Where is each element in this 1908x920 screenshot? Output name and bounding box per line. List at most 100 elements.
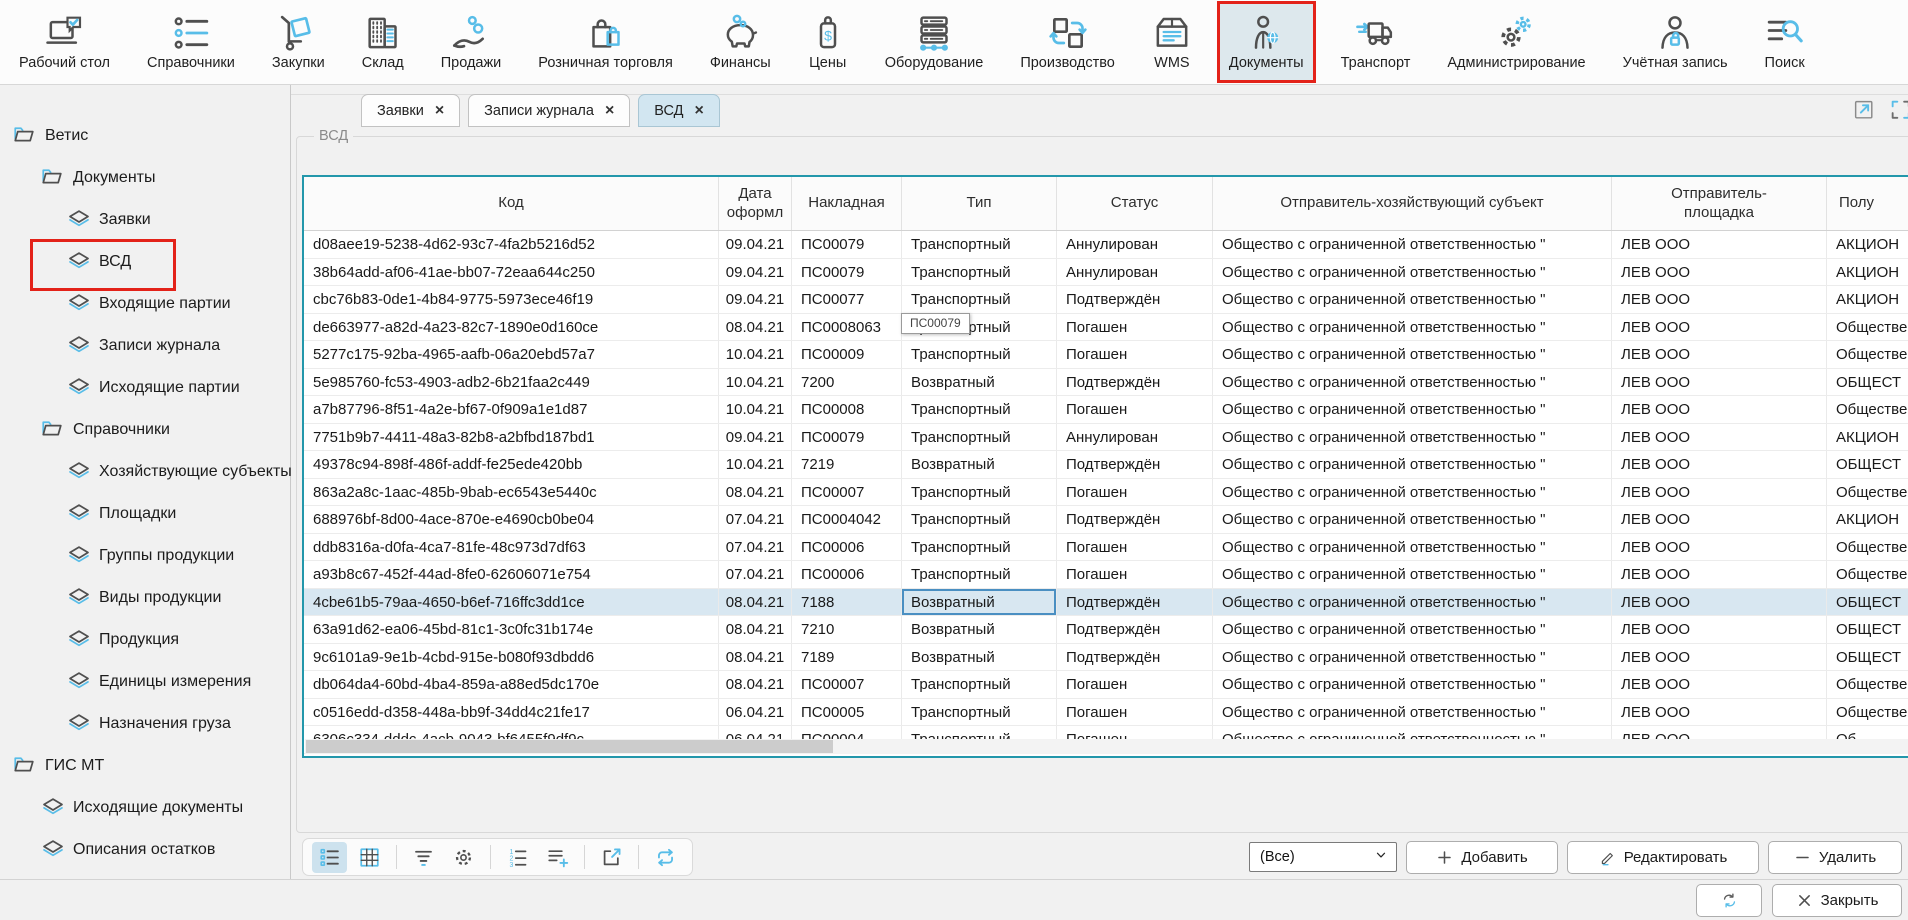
view-list-icon[interactable] (312, 842, 347, 873)
tab-vsd[interactable]: ВСД × (638, 94, 720, 127)
repeat-icon[interactable] (648, 842, 683, 873)
tree-item-outgoing-batches[interactable]: Исходящие партии (0, 367, 289, 409)
column-header[interactable]: Дата оформл (719, 177, 792, 230)
tab-label: ВСД (654, 103, 683, 119)
toolbar-item-wms[interactable]: WMS (1141, 2, 1203, 82)
cell: 09.04.21 (719, 259, 792, 286)
tree-item-journal-records[interactable]: Записи журнала (0, 325, 289, 367)
close-button[interactable]: Закрыть (1772, 884, 1902, 917)
tree-item-product-types[interactable]: Виды продукции (0, 577, 289, 619)
toolbar-item-retail[interactable]: Розничная торговля (527, 2, 684, 82)
close-icon[interactable]: × (435, 103, 444, 119)
toolbar-item-finance[interactable]: Финансы (699, 2, 782, 82)
toolbar-item-production[interactable]: Производство (1009, 2, 1126, 82)
cell: ddb8316a-d0fa-4ca7-81fe-48c973d7df63 (304, 534, 719, 561)
tree-item-incoming-batches[interactable]: Входящие партии (0, 283, 289, 325)
table-row[interactable]: 63a91d62-ea06-45bd-81c1-3c0fc31b174e08.0… (304, 616, 1908, 644)
column-header[interactable]: Полу (1827, 177, 1908, 230)
toolbar-item-search[interactable]: Поиск (1754, 2, 1816, 82)
scrollbar-thumb[interactable] (306, 740, 833, 753)
table-row[interactable]: ddb8316a-d0fa-4ca7-81fe-48c973d7df6307.0… (304, 534, 1908, 562)
tree-item-outgoing-documents[interactable]: Исходящие документы (0, 787, 289, 829)
toolbar-item-transport[interactable]: Транспорт (1330, 2, 1422, 82)
tab-zayavki[interactable]: Заявки× (361, 94, 460, 127)
toolbar-item-administration[interactable]: Администрирование (1436, 2, 1596, 82)
toolbar-item-purchases[interactable]: Закупки (261, 2, 336, 82)
toolbar-item-warehouse[interactable]: Склад (351, 2, 415, 82)
tree-item-zayavki[interactable]: Заявки (0, 199, 289, 241)
column-header[interactable]: Тип (902, 177, 1057, 230)
column-header[interactable]: Код (304, 177, 719, 230)
tree-item-units[interactable]: Единицы измерения (0, 661, 289, 703)
cell: Обществе (1827, 341, 1908, 368)
horizontal-scrollbar[interactable] (305, 739, 1908, 754)
layers-icon (66, 669, 92, 695)
cell: Общество с ограниченной ответственностью… (1213, 369, 1612, 396)
column-header[interactable]: Отправитель-хозяйствующий субъект (1213, 177, 1612, 230)
cell: Обществе (1827, 479, 1908, 506)
table-row[interactable]: d08aee19-5238-4d62-93c7-4fa2b5216d5209.0… (304, 231, 1908, 259)
toolbar-item-prices[interactable]: $Цены (797, 2, 859, 82)
table-row[interactable]: 4cbe61b5-79aa-4650-b6ef-716ffc3dd1ce08.0… (304, 589, 1908, 617)
numbered-list-icon[interactable]: 123 (500, 842, 535, 873)
add-button[interactable]: Добавить (1406, 841, 1558, 874)
view-grid-icon[interactable] (352, 842, 387, 873)
table-row[interactable]: 49378c94-898f-486f-addf-fe25ede420bb10.0… (304, 451, 1908, 479)
table-row[interactable]: cbc76b83-0de1-4b84-9775-5973ece46f1909.0… (304, 286, 1908, 314)
edit-button[interactable]: Редактировать (1567, 841, 1759, 874)
column-header[interactable]: Отправитель- площадка (1612, 177, 1827, 230)
open-window-icon[interactable] (1852, 98, 1877, 123)
toolbar-item-desktop[interactable]: Рабочий стол (8, 2, 121, 82)
table-row[interactable]: c0516edd-d358-448a-bb9f-34dd4c21fe1706.0… (304, 699, 1908, 727)
cell: АКЦИОН (1827, 231, 1908, 258)
tree-item-remainder-descriptions[interactable]: Описания остатков (0, 829, 289, 871)
filter-icon[interactable] (406, 842, 441, 873)
tree-item-sites[interactable]: Площадки (0, 493, 289, 535)
open-external-icon[interactable] (594, 842, 629, 873)
table-row[interactable]: db064da4-60bd-4ba4-859a-a88ed5dc170e08.0… (304, 671, 1908, 699)
tree-item-products[interactable]: Продукция (0, 619, 289, 661)
tree-item-directories[interactable]: Справочники (0, 409, 289, 451)
table-row[interactable]: de663977-a82d-4a23-82c7-1890e0d160ce08.0… (304, 314, 1908, 342)
table-row[interactable]: 7751b9b7-4411-48a3-82b8-a2bfbd187bd109.0… (304, 424, 1908, 452)
tree-item-vetis[interactable]: Ветис (0, 115, 289, 157)
table-row[interactable]: 688976bf-8d00-4ace-870e-e4690cb0be0407.0… (304, 506, 1908, 534)
cell: de663977-a82d-4a23-82c7-1890e0d160ce (304, 314, 719, 341)
close-icon[interactable]: × (605, 103, 614, 119)
cell: 10.04.21 (719, 451, 792, 478)
table-row[interactable]: 5e985760-fc53-4903-adb2-6b21faa2c44910.0… (304, 369, 1908, 397)
toolbar-item-sales[interactable]: Продажи (430, 2, 513, 82)
toolbar-item-documents[interactable]: Документы (1218, 2, 1315, 82)
table-row[interactable]: 9c6101a9-9e1b-4cbd-915e-b080f93dbdd608.0… (304, 644, 1908, 672)
cell: 06.04.21 (719, 699, 792, 726)
maximize-icon[interactable] (1889, 98, 1908, 123)
tree-item-gis-mt[interactable]: ГИС МТ (0, 745, 289, 787)
equipment-icon (914, 13, 954, 53)
settings-icon[interactable] (446, 842, 481, 873)
close-icon[interactable]: × (694, 103, 703, 119)
table-row[interactable]: 38b64add-af06-41ae-bb07-72eaa644c25009.0… (304, 259, 1908, 287)
table-row[interactable]: a7b87796-8f51-4a2e-bf67-0f909a1e1d8710.0… (304, 396, 1908, 424)
tab-journal[interactable]: Записи журнала× (468, 94, 630, 127)
add-list-icon[interactable] (540, 842, 575, 873)
table-row[interactable]: 863a2a8c-1aac-485b-9bab-ec6543e5440c08.0… (304, 479, 1908, 507)
cell: ЛЕВ ООО (1612, 231, 1827, 258)
refresh-button[interactable] (1696, 884, 1762, 917)
toolbar-item-directories[interactable]: Справочники (136, 2, 246, 82)
cell: ЛЕВ ООО (1612, 286, 1827, 313)
tree-item-cargo-destinations[interactable]: Назначения груза (0, 703, 289, 745)
column-header[interactable]: Статус (1057, 177, 1213, 230)
table-row[interactable]: a93b8c67-452f-44ad-8fe0-62606071e75407.0… (304, 561, 1908, 589)
tree-item-product-groups[interactable]: Группы продукции (0, 535, 289, 577)
tree-item-business-entities[interactable]: Хозяйствующие субъекты (0, 451, 289, 493)
tree-item-documents[interactable]: Документы (0, 157, 289, 199)
column-header[interactable]: Накладная (792, 177, 902, 230)
delete-button[interactable]: Удалить (1768, 841, 1902, 874)
table-row[interactable]: 5277c175-92ba-4965-aafb-06a20ebd57a710.0… (304, 341, 1908, 369)
toolbar-item-account[interactable]: Учётная запись (1612, 2, 1739, 82)
filter-select[interactable]: (Все) (1249, 842, 1397, 872)
tree-item-vsd[interactable]: ВСД (0, 241, 289, 283)
toolbar-item-equipment[interactable]: Оборудование (874, 2, 995, 82)
cell: Подтверждён (1057, 589, 1213, 616)
cell: 7751b9b7-4411-48a3-82b8-a2bfbd187bd1 (304, 424, 719, 451)
